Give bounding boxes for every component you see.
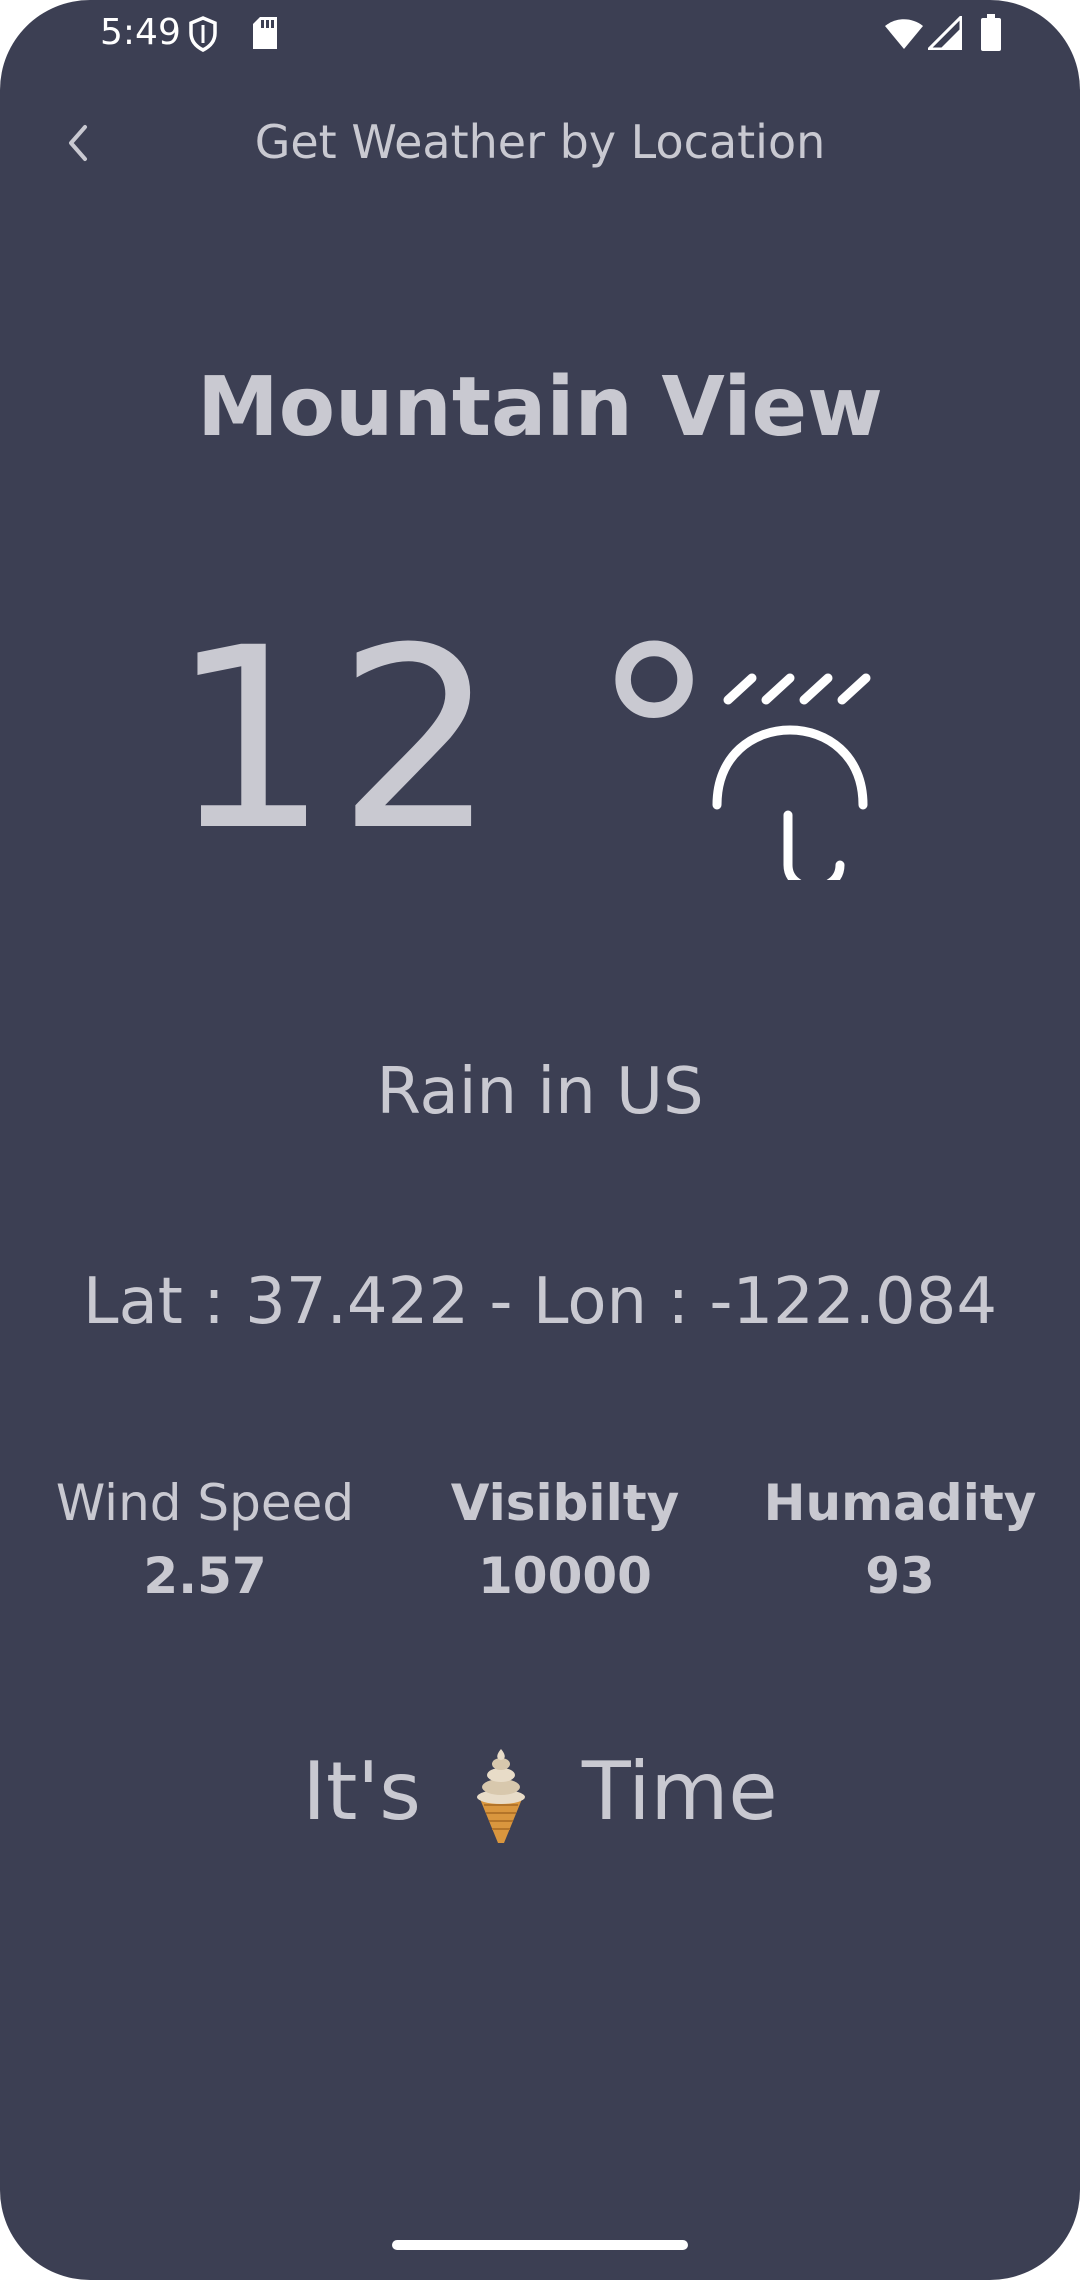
signal-icon xyxy=(928,16,962,50)
humidity-stat: Humadity 93 xyxy=(740,1470,1060,1616)
wind-speed-label: Wind Speed xyxy=(55,1474,355,1532)
weather-condition: Rain in US xyxy=(376,1055,704,1129)
sd-card-icon xyxy=(253,17,277,49)
coordinates: Lat : 37.422 - Lon : -122.084 xyxy=(82,1265,998,1339)
wind-speed-value: 2.57 xyxy=(143,1547,267,1605)
battery-icon xyxy=(981,14,1001,51)
app-bar: Get Weather by Location xyxy=(0,95,1080,195)
ice-cream-icon xyxy=(477,1749,526,1844)
humidity-label: Humadity xyxy=(763,1474,1037,1532)
home-indicator[interactable] xyxy=(392,2240,688,2250)
rain-umbrella-icon xyxy=(712,673,871,880)
wifi-icon xyxy=(885,19,923,49)
humidity-value: 93 xyxy=(865,1547,935,1605)
tip-prefix: It's xyxy=(302,1745,421,1838)
status-time: 5:49 xyxy=(100,12,181,53)
visibility-value: 10000 xyxy=(478,1547,652,1605)
temperature: 12 ° xyxy=(170,594,725,885)
temperature-row: 12 ° xyxy=(0,594,1080,885)
weather-screen: 5:49 Get Weather by Location Mountain Vi… xyxy=(0,0,1080,2280)
shield-icon xyxy=(189,16,217,52)
wind-speed-stat: Wind Speed 2.57 xyxy=(30,1470,380,1616)
app-title: Get Weather by Location xyxy=(254,115,826,169)
stats-row: Wind Speed 2.57 Visibilty 10000 Humadity… xyxy=(0,1470,1080,1620)
weather-tip: It's Time xyxy=(0,1745,1080,1847)
city-name: Mountain View xyxy=(197,360,883,455)
visibility-stat: Visibilty 10000 xyxy=(410,1470,720,1616)
tip-suffix: Time xyxy=(581,1745,778,1838)
status-bar: 5:49 xyxy=(0,0,1080,70)
visibility-label: Visibilty xyxy=(450,1474,680,1532)
